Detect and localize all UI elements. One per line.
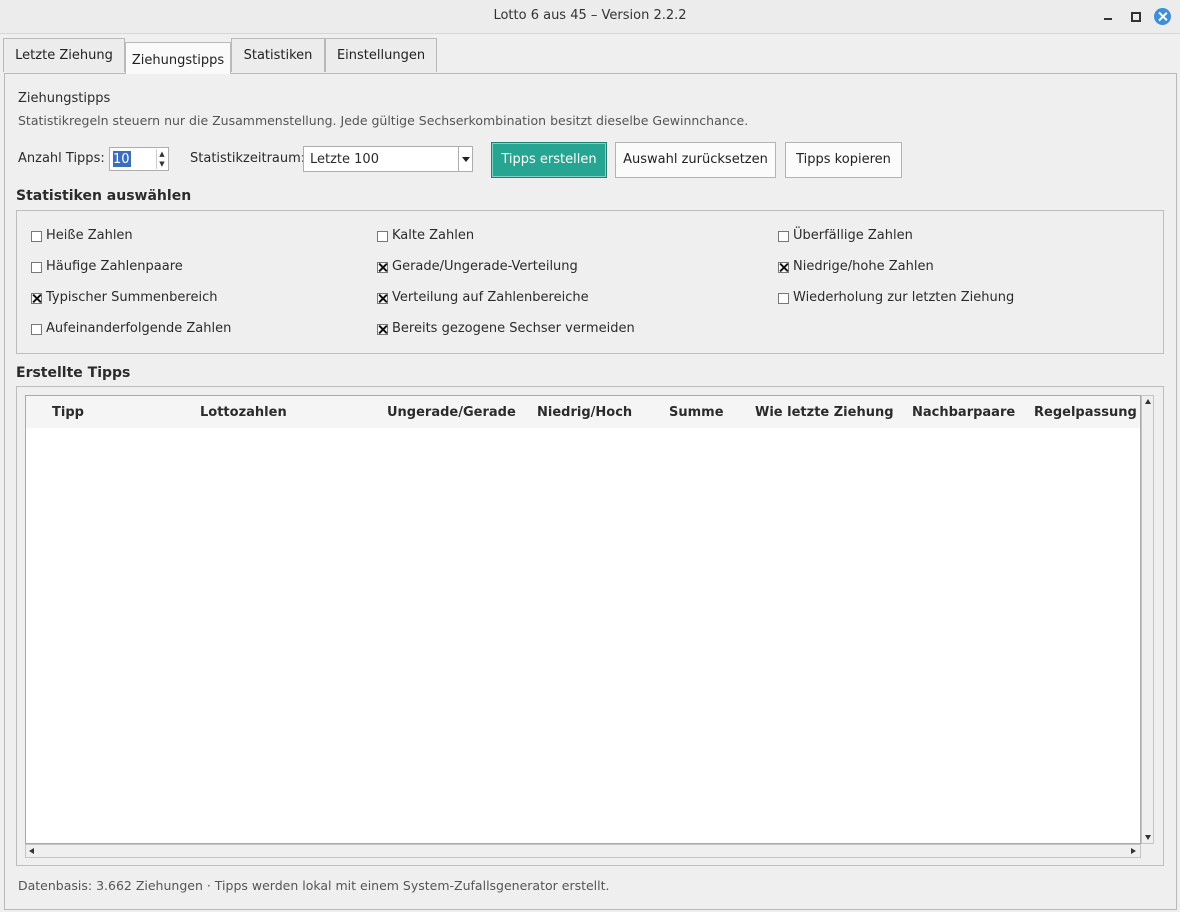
create-tips-button[interactable]: Tipps erstellen bbox=[491, 142, 607, 178]
spin-up-icon[interactable]: ▲ bbox=[156, 149, 167, 159]
minimize-icon[interactable] bbox=[1101, 9, 1115, 23]
column-header-regelpassung[interactable]: Regelpassung bbox=[1034, 405, 1137, 420]
checkbox-icon[interactable] bbox=[31, 293, 42, 304]
checkbox-label: Häufige Zahlenpaare bbox=[46, 259, 183, 274]
column-header-summe[interactable]: Summe bbox=[669, 405, 724, 420]
title-bar: Lotto 6 aus 45 – Version 2.2.2 bbox=[0, 0, 1180, 34]
checkbox-icon[interactable] bbox=[377, 293, 388, 304]
count-input[interactable] bbox=[113, 151, 131, 167]
checkbox-icon[interactable] bbox=[778, 262, 789, 273]
checkbox-label: Bereits gezogene Sechser vermeiden bbox=[392, 321, 635, 336]
count-label: Anzahl Tipps: bbox=[18, 151, 105, 166]
stats-heading: Statistiken auswählen bbox=[16, 188, 192, 204]
checkbox-label: Verteilung auf Zahlenbereiche bbox=[392, 290, 589, 305]
checkbox-icon[interactable] bbox=[31, 231, 42, 242]
results-heading: Erstellte Tipps bbox=[16, 365, 131, 381]
reset-selection-button[interactable]: Auswahl zurücksetzen bbox=[615, 142, 776, 178]
checkbox-icon[interactable] bbox=[31, 262, 42, 273]
dropdown-arrow-icon[interactable] bbox=[458, 147, 472, 171]
results-table[interactable]: Tipp Lottozahlen Ungerade/Gerade Niedrig… bbox=[25, 395, 1141, 844]
vertical-scrollbar[interactable] bbox=[1141, 395, 1154, 844]
scroll-up-icon[interactable] bbox=[1145, 399, 1151, 404]
maximize-icon[interactable] bbox=[1128, 9, 1142, 23]
period-select[interactable]: Letzte 100 bbox=[303, 146, 473, 172]
count-spinbox[interactable]: ▲ ▼ bbox=[109, 147, 169, 171]
checkbox-icon[interactable] bbox=[377, 324, 388, 335]
checkbox-icon[interactable] bbox=[778, 293, 789, 304]
horizontal-scrollbar[interactable] bbox=[25, 844, 1141, 858]
checkbox-label: Niedrige/hohe Zahlen bbox=[793, 259, 934, 274]
scroll-right-icon[interactable] bbox=[1131, 848, 1136, 854]
spin-down-icon[interactable]: ▼ bbox=[156, 159, 167, 169]
checkbox-icon[interactable] bbox=[377, 262, 388, 273]
checkbox-label: Kalte Zahlen bbox=[392, 228, 475, 243]
window-title: Lotto 6 aus 45 – Version 2.2.2 bbox=[493, 8, 687, 23]
column-header-niedrig-hoch[interactable]: Niedrig/Hoch bbox=[537, 405, 632, 420]
column-header-tipp[interactable]: Tipp bbox=[52, 405, 84, 420]
tab-letzte-ziehung[interactable]: Letzte Ziehung bbox=[3, 38, 125, 72]
period-label: Statistikzeitraum: bbox=[190, 151, 306, 166]
checkbox-icon[interactable] bbox=[31, 324, 42, 335]
checkbox-icon[interactable] bbox=[377, 231, 388, 242]
checkbox-label: Typischer Summenbereich bbox=[46, 290, 218, 305]
checkbox-label: Heiße Zahlen bbox=[46, 228, 133, 243]
scroll-left-icon[interactable] bbox=[29, 848, 34, 854]
column-header-wie-letzte[interactable]: Wie letzte Ziehung bbox=[755, 405, 894, 420]
column-header-ungerade-gerade[interactable]: Ungerade/Gerade bbox=[387, 405, 516, 420]
section-heading: Ziehungstipps bbox=[18, 91, 111, 106]
table-header: Tipp Lottozahlen Ungerade/Gerade Niedrig… bbox=[26, 396, 1140, 428]
tab-einstellungen[interactable]: Einstellungen bbox=[325, 38, 437, 72]
column-header-lottozahlen[interactable]: Lottozahlen bbox=[200, 405, 287, 420]
checkbox-label: Wiederholung zur letzten Ziehung bbox=[793, 290, 1015, 305]
close-icon[interactable] bbox=[1154, 8, 1171, 25]
checkbox-label: Aufeinanderfolgende Zahlen bbox=[46, 321, 232, 336]
footer-status: Datenbasis: 3.662 Ziehungen · Tipps werd… bbox=[18, 878, 610, 893]
description-text: Statistikregeln steuern nur die Zusammen… bbox=[18, 113, 749, 128]
checkbox-icon[interactable] bbox=[778, 231, 789, 242]
period-value: Letzte 100 bbox=[310, 152, 379, 167]
checkbox-label: Gerade/Ungerade-Verteilung bbox=[392, 259, 578, 274]
tab-ziehungstipps[interactable]: Ziehungstipps bbox=[125, 42, 231, 74]
copy-tips-button[interactable]: Tipps kopieren bbox=[785, 142, 902, 178]
checkbox-label: Überfällige Zahlen bbox=[793, 228, 913, 243]
scroll-down-icon[interactable] bbox=[1145, 835, 1151, 840]
column-header-nachbarpaare[interactable]: Nachbarpaare bbox=[912, 405, 1015, 420]
tab-statistiken[interactable]: Statistiken bbox=[231, 38, 325, 72]
